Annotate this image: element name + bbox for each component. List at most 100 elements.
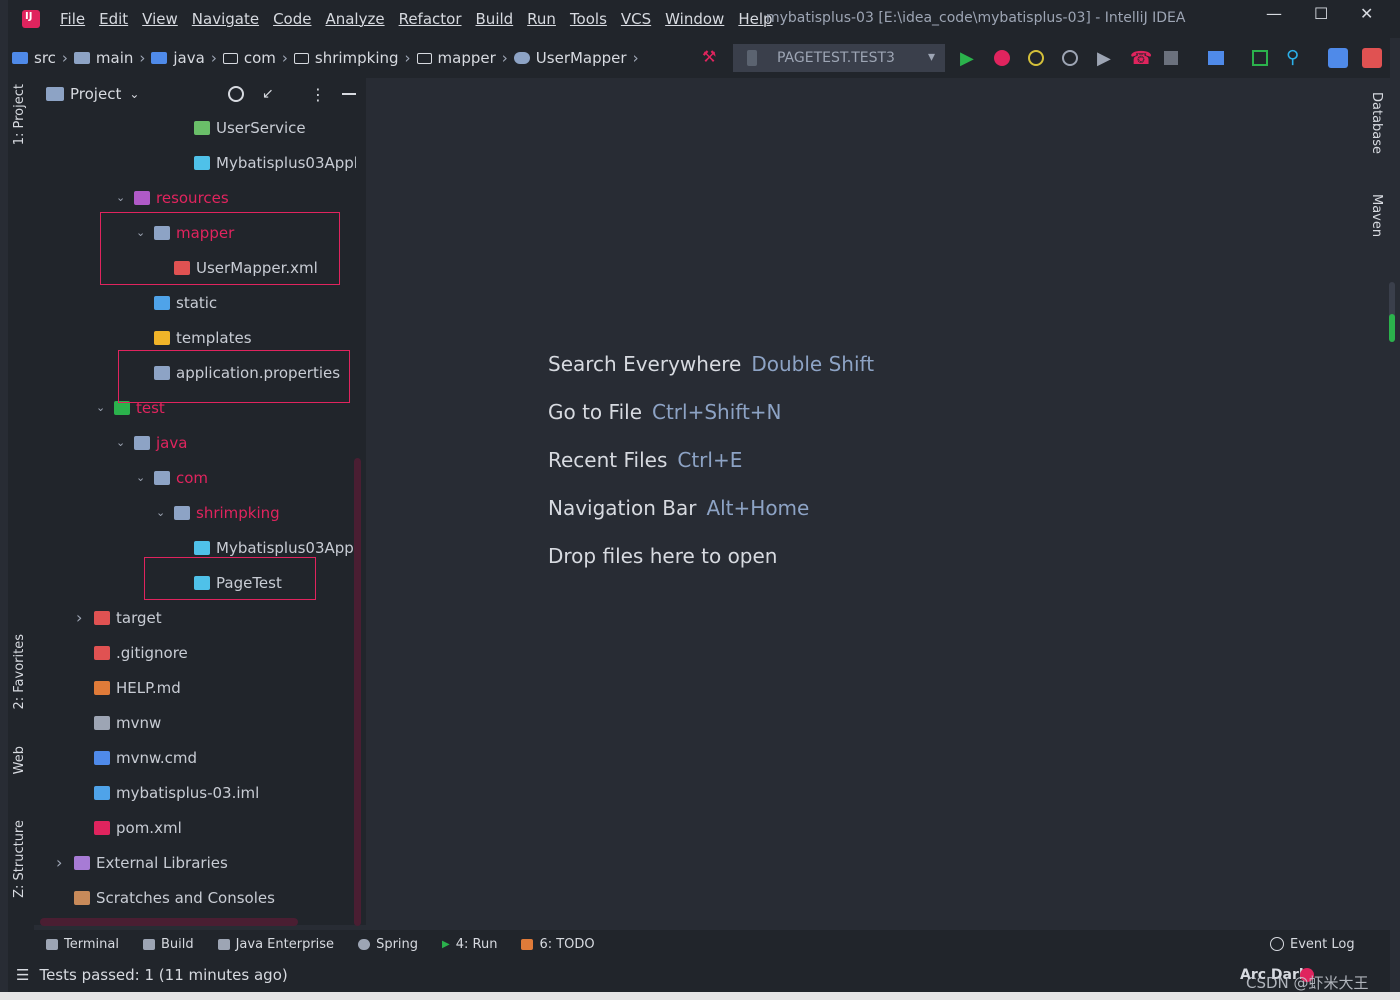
tree-item-label: resources [156, 188, 229, 207]
menu-run[interactable]: Run [527, 10, 556, 28]
chevron-down-icon[interactable]: ⌄ [96, 401, 110, 414]
maximize-icon[interactable]: ☐ [1314, 4, 1328, 23]
tree-item[interactable]: HELP.md [76, 670, 181, 705]
tab-project[interactable]: 1: Project [12, 84, 27, 145]
tab-web[interactable]: Web [12, 746, 27, 774]
tree-item[interactable]: ⌄ shrimpking [156, 495, 280, 530]
tree-item[interactable]: ⌄ java [116, 425, 187, 460]
chevron-right-icon[interactable]: › [56, 853, 70, 872]
menu-code[interactable]: Code [273, 10, 311, 28]
tab-structure[interactable]: Z: Structure [12, 820, 27, 898]
project-view-select[interactable]: Project [70, 85, 121, 103]
file-type-icon [154, 330, 170, 345]
tab-todo[interactable]: 6: TODO [521, 937, 595, 952]
locate-target-icon[interactable] [228, 86, 244, 102]
menu-build[interactable]: Build [476, 10, 514, 28]
run-concurrent-icon[interactable]: ▶ [1097, 48, 1113, 69]
layers-icon[interactable]: ☰ [16, 966, 29, 984]
translate-icon[interactable] [1328, 48, 1348, 68]
folder-icon [73, 52, 90, 64]
chevron-right-icon[interactable]: › [76, 608, 90, 627]
menu-vcs[interactable]: VCS [621, 10, 651, 28]
breadcrumb-mapper[interactable]: mapper › [416, 49, 508, 67]
left-tool-window-strip: 1: Project 2: Favorites Web Z: Structure [8, 78, 34, 930]
file-type-icon [134, 435, 150, 450]
menu-bar: File Edit View Navigate Code Analyze Ref… [8, 0, 1400, 38]
menu-analyze[interactable]: Analyze [325, 10, 384, 28]
tree-item[interactable]: UserService [176, 110, 306, 145]
menu-view[interactable]: View [142, 10, 178, 28]
tab-terminal[interactable]: Terminal [46, 937, 119, 952]
profiler-icon[interactable] [1062, 50, 1078, 66]
tree-item[interactable]: ⌄ resources [116, 180, 229, 215]
debug-icon[interactable] [994, 50, 1010, 66]
tree-item[interactable]: mvnw [76, 705, 161, 740]
tree-item[interactable]: Scratches and Consoles [56, 880, 275, 915]
interface-icon [513, 52, 530, 64]
tree-item-label: Mybatisplus03Applicatio [216, 538, 356, 557]
tab-build[interactable]: Build [142, 937, 194, 952]
menu-refactor[interactable]: Refactor [399, 10, 462, 28]
tree-item[interactable]: Mybatisplus03Applicatio [176, 145, 356, 180]
attach-debugger-icon[interactable]: ☎ [1130, 48, 1152, 69]
tree-item[interactable]: mvnw.cmd [76, 740, 197, 775]
tree-item[interactable]: › target [76, 600, 162, 635]
project-structure-icon[interactable] [1208, 51, 1224, 65]
event-log-button[interactable]: Event Log [1270, 937, 1355, 952]
breadcrumb-src[interactable]: src › [12, 49, 68, 67]
search-icon[interactable]: ⚲ [1286, 47, 1302, 68]
chevron-down-icon[interactable]: ⌄ [116, 436, 130, 449]
run-icon: ▶ [442, 938, 450, 950]
menu-navigate[interactable]: Navigate [192, 10, 259, 28]
file-type-icon [174, 505, 190, 520]
tab-java-enterprise[interactable]: Java Enterprise [217, 937, 334, 952]
breadcrumb-java[interactable]: java › [151, 49, 217, 67]
breadcrumb-main[interactable]: main › [73, 49, 145, 67]
build-hammer-icon[interactable]: ⚒ [702, 47, 718, 66]
tree-vertical-scrollbar[interactable] [354, 458, 361, 926]
tree-item[interactable]: .gitignore [76, 635, 188, 670]
options-menu-icon[interactable]: ⋮ [310, 85, 326, 104]
chevron-down-icon[interactable]: ⌄ [116, 191, 130, 204]
tree-item-label: com [176, 468, 209, 487]
tree-item-label: Mybatisplus03Applicatio [216, 153, 356, 172]
stop-icon[interactable] [1164, 51, 1178, 65]
file-type-icon [94, 645, 110, 660]
tree-item[interactable]: mybatisplus-03.iml [76, 775, 259, 810]
tree-item[interactable]: static [136, 285, 217, 320]
tab-database[interactable]: Database [1369, 92, 1384, 154]
chevron-down-icon[interactable]: ⌄ [129, 87, 139, 101]
chevron-down-icon[interactable]: ⌄ [156, 506, 170, 519]
hint-drop-files: Drop files here to open [548, 544, 778, 568]
menu-edit[interactable]: Edit [99, 10, 128, 28]
collapse-all-icon[interactable]: ↙ [262, 86, 274, 102]
breadcrumb-shrimpking[interactable]: shrimpking › [293, 49, 411, 67]
breadcrumb-usermapper[interactable]: UserMapper › [513, 49, 639, 67]
window-title: mybatisplus-03 [E:\idea_code\mybatisplus… [766, 10, 1186, 26]
status-message[interactable]: Tests passed: 1 (11 minutes ago) [39, 966, 287, 984]
menu-tools[interactable]: Tools [570, 10, 607, 28]
translate-alt-icon[interactable] [1362, 48, 1382, 68]
tab-favorites[interactable]: 2: Favorites [12, 634, 27, 710]
tree-item[interactable]: › External Libraries [56, 845, 228, 880]
tab-spring[interactable]: Spring [358, 937, 418, 952]
tree-item[interactable]: pom.xml [76, 810, 182, 845]
terminal-icon[interactable] [1252, 50, 1268, 66]
minimize-icon[interactable]: — [1266, 4, 1282, 23]
tree-item[interactable]: ⌄ com [136, 460, 208, 495]
run-icon[interactable]: ▶ [960, 48, 976, 69]
breadcrumb-com[interactable]: com › [222, 49, 288, 67]
run-configuration-select[interactable]: PAGETEST.TEST3 ▾ [733, 44, 945, 72]
menu-file[interactable]: File [60, 10, 85, 28]
hide-panel-icon[interactable] [342, 93, 356, 95]
close-icon[interactable]: ✕ [1360, 4, 1373, 23]
tab-run[interactable]: ▶ 4: Run [442, 937, 497, 952]
tree-horizontal-scrollbar[interactable] [40, 918, 298, 926]
chevron-down-icon[interactable]: ⌄ [136, 471, 150, 484]
build-icon [142, 938, 155, 950]
coverage-icon[interactable] [1028, 50, 1044, 66]
package-icon [293, 52, 309, 64]
tab-maven[interactable]: Maven [1369, 194, 1384, 237]
status-bar: ☰ Tests passed: 1 (11 minutes ago) Arc D… [8, 958, 1390, 992]
menu-window[interactable]: Window [665, 10, 724, 28]
